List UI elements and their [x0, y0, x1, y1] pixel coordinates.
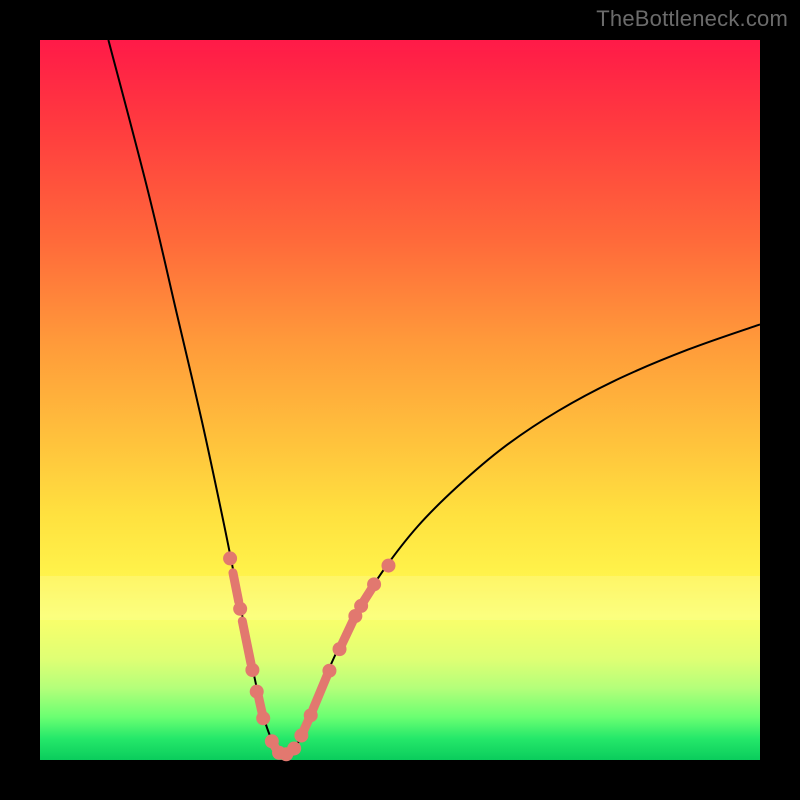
marker-dot: [367, 577, 381, 591]
marker-dot: [333, 642, 347, 656]
chart-frame: TheBottleneck.com: [0, 0, 800, 800]
marker-segment: [341, 620, 353, 646]
plot-area: [40, 40, 760, 760]
marker-dot: [354, 599, 368, 613]
marker-dot: [250, 685, 264, 699]
chart-svg: [40, 40, 760, 760]
marker-dot: [223, 551, 237, 565]
watermark-text: TheBottleneck.com: [596, 6, 788, 32]
marker-dot: [256, 711, 270, 725]
marker-dot: [245, 663, 259, 677]
marker-dot: [233, 602, 247, 616]
marker-dot: [304, 708, 318, 722]
marker-segment: [313, 675, 327, 710]
marker-dot: [294, 729, 308, 743]
marker-segment: [242, 621, 251, 663]
marker-segment: [233, 573, 239, 602]
marker-dot: [287, 741, 301, 755]
marker-dot: [322, 664, 336, 678]
main-curve: [108, 40, 760, 755]
marker-dot: [381, 559, 395, 573]
marker-dot: [265, 734, 279, 748]
